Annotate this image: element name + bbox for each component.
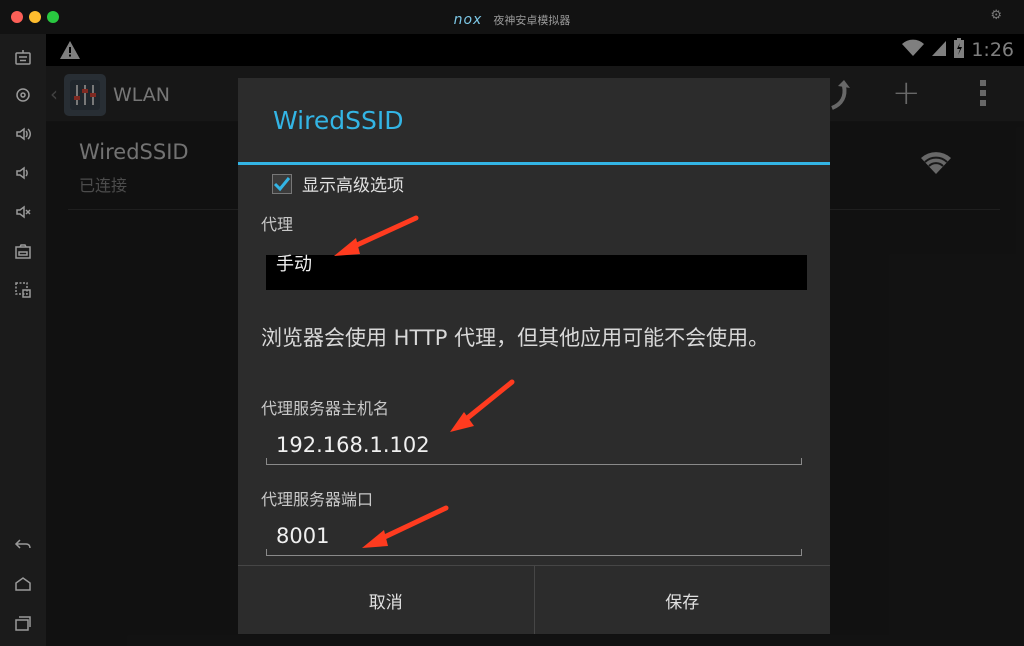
screenshot-icon[interactable] [11,239,35,263]
window-title: nox 夜神安卓模拟器 [0,9,1024,28]
keyboard-icon[interactable] [11,46,35,70]
proxy-hostname-value: 192.168.1.102 [276,433,430,457]
advanced-options-label: 显示高级选项 [302,176,404,196]
volume-up-icon[interactable] [11,122,35,146]
settings-gear-icon[interactable]: ⚙ [990,8,1002,23]
home-icon[interactable] [11,572,35,596]
dialog-body[interactable]: 显示高级选项 代理 手动 浏览器会使用 HTTP 代理，但其他应用可能不会使用。… [238,165,830,565]
mute-icon[interactable] [11,200,35,224]
advanced-options-row[interactable]: 显示高级选项 [272,171,404,196]
annotation-arrow-hostname [450,379,515,432]
cancel-button[interactable]: 取消 [238,566,534,634]
proxy-port-value: 8001 [276,524,330,548]
advanced-options-checkbox[interactable] [272,173,292,194]
proxy-hostname-label: 代理服务器主机名 [261,399,390,418]
window-titlebar: nox 夜神安卓模拟器 ⚙ [0,0,1024,34]
volume-down-icon[interactable] [11,161,35,185]
proxy-port-input[interactable]: 8001 [266,516,802,556]
nox-logo: nox [453,11,483,28]
save-button[interactable]: 保存 [533,566,831,634]
proxy-select-value: 手动 [276,254,312,275]
dialog-button-bar: 取消 保存 [238,565,830,634]
network-config-dialog: WiredSSID 显示高级选项 代理 手动 浏览器会使用 HTTP 代理，但其… [238,78,830,634]
emulator-sidebar [0,34,46,646]
multi-instance-icon[interactable] [11,278,35,302]
window-title-text: 夜神安卓模拟器 [493,13,571,27]
proxy-select[interactable]: 手动 [266,255,807,290]
annotation-arrow-proxy [334,215,419,256]
dialog-title: WiredSSID [273,106,404,135]
proxy-hint-text: 浏览器会使用 HTTP 代理，但其他应用可能不会使用。 [261,326,770,350]
proxy-hostname-input[interactable]: 192.168.1.102 [266,425,802,465]
proxy-label: 代理 [261,215,294,234]
location-icon[interactable] [11,84,35,108]
annotation-arrow-port [362,505,449,548]
checkmark-icon [273,176,291,191]
back-icon[interactable] [11,533,35,557]
android-screen: 1:26 ‹ WLAN + WiredSSID 已连接 WiredSSID 显示… [46,34,1024,646]
recent-apps-icon[interactable] [11,611,35,635]
